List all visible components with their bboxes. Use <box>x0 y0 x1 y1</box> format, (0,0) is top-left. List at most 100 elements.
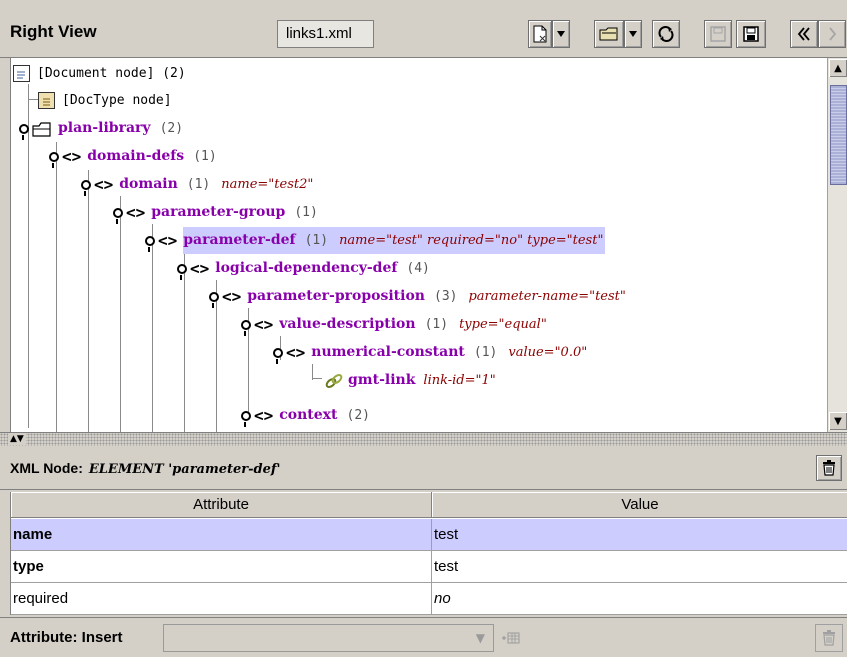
expand-handle-icon[interactable] <box>19 123 29 140</box>
element-tag-name: plan-library <box>58 120 151 136</box>
attributes-table: Attribute Value name test type test requ… <box>10 492 847 615</box>
save-as-button[interactable] <box>736 20 766 48</box>
tree-row-gmt-link[interactable]: gmt-link link-id="1" <box>324 367 496 394</box>
view-header: Right View links1.xml <box>0 0 847 58</box>
tree-row-parameter-def[interactable]: <> parameter-def (1) name="test" require… <box>145 227 606 254</box>
new-document-dropdown[interactable] <box>552 20 570 48</box>
refresh-button[interactable] <box>652 20 680 48</box>
element-attributes: parameter-name="test" <box>468 289 626 304</box>
child-count: (1) <box>186 177 211 192</box>
new-document-button[interactable] <box>528 20 552 48</box>
chevron-down-icon[interactable]: ▼ <box>476 631 485 645</box>
expand-handle-icon[interactable] <box>177 263 187 280</box>
new-document-icon <box>533 25 547 43</box>
tree-row-parameter-group[interactable]: <> parameter-group (1) <box>113 199 318 226</box>
attribute-name-combo[interactable]: ▼ <box>163 624 494 652</box>
child-count: (1) <box>294 205 318 220</box>
tree-row-doctype[interactable]: [DocType node] <box>38 87 172 114</box>
expand-handle-icon[interactable] <box>113 207 123 224</box>
attribute-value-cell[interactable]: test <box>432 551 847 583</box>
child-count: (1) <box>193 149 217 164</box>
tree-row-numerical-constant[interactable]: <> numerical-constant (1) value="0.0" <box>273 339 587 366</box>
delete-node-button[interactable] <box>816 455 842 481</box>
table-row[interactable]: name test <box>11 519 847 551</box>
expand-handle-icon[interactable] <box>273 347 283 364</box>
child-count: (4) <box>406 261 430 276</box>
scroll-thumb[interactable] <box>830 85 847 185</box>
insert-row-icon <box>502 632 520 644</box>
element-attributes: type="equal" <box>459 317 547 332</box>
open-dropdown[interactable] <box>624 20 642 48</box>
tree-row-logical-dependency-def[interactable]: <> logical-dependency-def (4) <box>177 255 430 282</box>
expand-handle-icon[interactable] <box>49 151 59 168</box>
xml-node-description: ELEMENT 'parameter-def' <box>88 462 281 477</box>
tree-row-label: [Document node] (2) <box>37 66 186 81</box>
expand-handle-icon[interactable] <box>145 235 155 252</box>
root-folder-icon <box>32 121 51 137</box>
save-as-icon <box>743 26 759 42</box>
attribute-value-cell[interactable]: test <box>432 519 847 551</box>
element-icon: <> <box>254 315 274 334</box>
view-title: Right View <box>10 22 97 41</box>
element-tag-name: parameter-proposition <box>247 288 425 304</box>
tree-scrollbar[interactable]: ▲ ▼ <box>827 58 847 432</box>
element-tag-name: numerical-constant <box>311 344 465 360</box>
expand-handle-icon[interactable] <box>241 319 251 336</box>
tree-row-document[interactable]: [Document node] (2) <box>13 60 186 87</box>
element-tag-name: domain <box>119 176 178 192</box>
expand-handle-icon[interactable] <box>81 179 91 196</box>
element-icon: <> <box>222 287 242 306</box>
tree-row-label: [DocType node] <box>62 93 172 108</box>
attribute-name-cell[interactable]: name <box>11 519 432 551</box>
child-count: (2) <box>346 408 370 423</box>
element-attributes: name="test2" <box>221 177 314 192</box>
tree-row-domain[interactable]: <> domain (1) name="test2" <box>81 171 313 198</box>
back-button[interactable] <box>790 20 818 48</box>
insert-attribute-button[interactable] <box>497 626 523 650</box>
child-count: (3) <box>434 289 458 304</box>
tree-row-context[interactable]: <> context (2) <box>241 402 370 429</box>
element-tag-name: gmt-link <box>348 372 416 388</box>
xml-node-caption: XML Node: ELEMENT 'parameter-def' <box>10 460 280 477</box>
element-tag-name: parameter-group <box>151 204 286 220</box>
open-button[interactable] <box>594 20 624 48</box>
attribute-name-cell[interactable]: type <box>11 551 432 583</box>
refresh-icon <box>658 26 674 42</box>
element-attributes: value="0.0" <box>508 345 588 360</box>
column-header-attribute[interactable]: Attribute <box>11 492 432 518</box>
element-tag-name: parameter-def <box>183 232 296 248</box>
element-tag-name: value-description <box>279 316 416 332</box>
attribute-value-cell[interactable]: no <box>432 583 847 615</box>
table-row[interactable]: type test <box>11 551 847 583</box>
xml-tree-view[interactable]: [Document node] (2) [DocType node] plan-… <box>10 58 827 432</box>
element-tag-name: domain-defs <box>87 148 185 164</box>
open-folder-icon <box>599 27 618 41</box>
element-icon: <> <box>126 203 146 222</box>
tree-row-domain-defs[interactable]: <> domain-defs (1) <box>49 143 217 170</box>
expand-handle-icon[interactable] <box>241 410 251 427</box>
tree-row-value-description[interactable]: <> value-description (1) type="equal" <box>241 311 547 338</box>
dropdown-arrow-icon <box>557 31 565 37</box>
attribute-name-cell[interactable]: required <box>11 583 432 615</box>
save-button[interactable] <box>704 20 732 48</box>
split-collapse-arrows-icon[interactable]: ▲▼ <box>8 433 26 445</box>
scroll-up-button[interactable]: ▲ <box>829 59 847 77</box>
column-header-value[interactable]: Value <box>432 492 847 518</box>
element-tag-name: context <box>279 407 338 423</box>
child-count: (1) <box>473 345 498 360</box>
delete-attribute-button[interactable] <box>815 624 843 652</box>
save-icon <box>710 26 726 42</box>
forward-button[interactable] <box>818 20 846 48</box>
xml-node-bar: XML Node: ELEMENT 'parameter-def' <box>0 446 847 490</box>
expand-handle-icon[interactable] <box>209 291 219 308</box>
tree-row-parameter-proposition[interactable]: <> parameter-proposition (3) parameter-n… <box>209 283 626 310</box>
back-icon <box>797 27 810 41</box>
file-name-label: links1.xml <box>277 20 374 48</box>
child-count: (1) <box>304 233 329 248</box>
table-row[interactable]: required no <box>11 583 847 615</box>
split-pane-divider[interactable]: ▲▼ <box>0 432 847 446</box>
document-node-icon <box>13 65 30 82</box>
tree-row-plan-library[interactable]: plan-library (2) <box>19 115 183 142</box>
link-icon <box>325 373 343 388</box>
scroll-down-button[interactable]: ▼ <box>829 412 847 430</box>
